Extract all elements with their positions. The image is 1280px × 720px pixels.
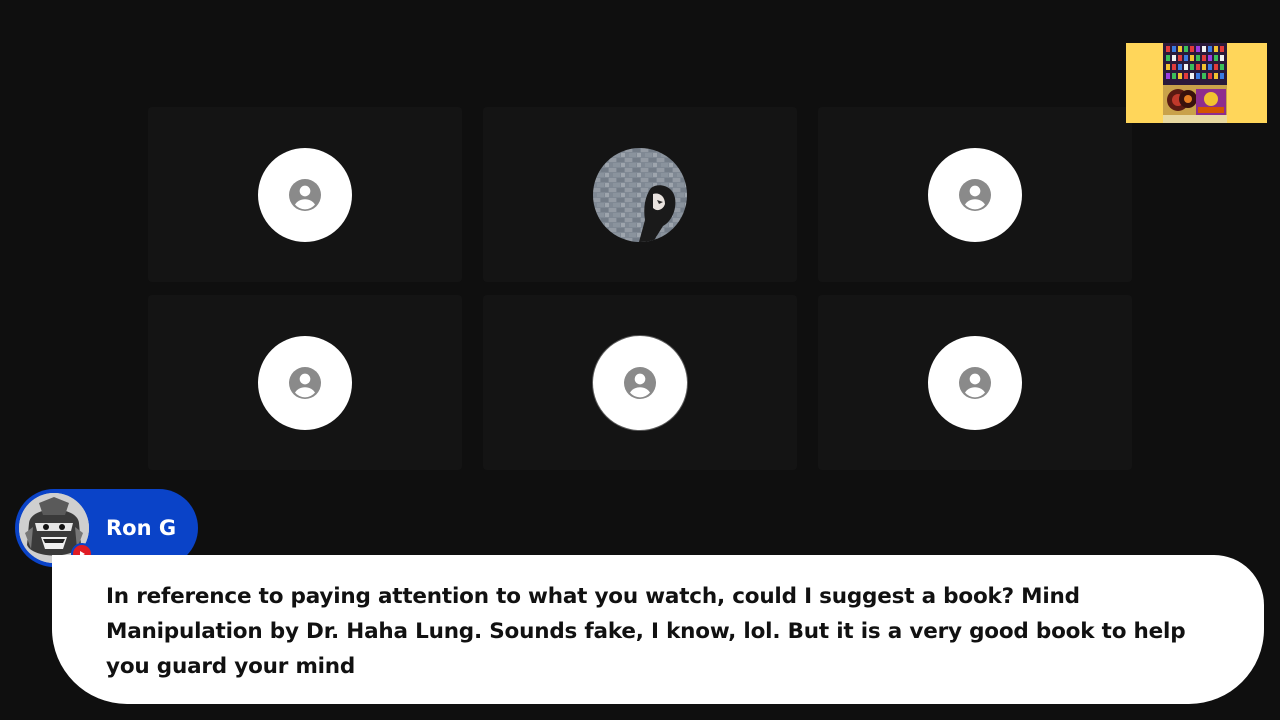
participant-avatar	[928, 147, 1022, 242]
chat-message-text: In reference to paying attention to what…	[106, 584, 1186, 679]
account-circle-icon	[959, 366, 991, 399]
account-circle-icon	[959, 178, 991, 211]
participant-tile-6[interactable]	[818, 295, 1132, 470]
account-circle-icon	[289, 366, 321, 399]
stream-stage: Ron G In reference to paying attention t…	[0, 0, 1280, 720]
participant-grid	[148, 107, 1132, 470]
participant-photo	[593, 147, 687, 242]
author-avatar[interactable]	[19, 493, 93, 565]
participant-photo-avatar	[593, 147, 687, 242]
channel-logo	[1126, 43, 1267, 123]
participant-tile-1[interactable]	[148, 107, 462, 282]
participant-tile-5[interactable]	[483, 295, 797, 470]
participant-avatar	[593, 335, 687, 430]
participant-tile-4[interactable]	[148, 295, 462, 470]
participant-avatar	[258, 147, 352, 242]
participant-tile-2[interactable]	[483, 107, 797, 282]
account-circle-icon	[624, 366, 656, 399]
chat-message-bubble: In reference to paying attention to what…	[52, 555, 1264, 704]
account-circle-icon	[289, 178, 321, 211]
channel-logo-icon	[1126, 43, 1267, 123]
chat-author-name: Ron G	[106, 516, 177, 540]
participant-avatar	[928, 335, 1022, 430]
participant-tile-3[interactable]	[818, 107, 1132, 282]
participant-avatar	[258, 335, 352, 430]
